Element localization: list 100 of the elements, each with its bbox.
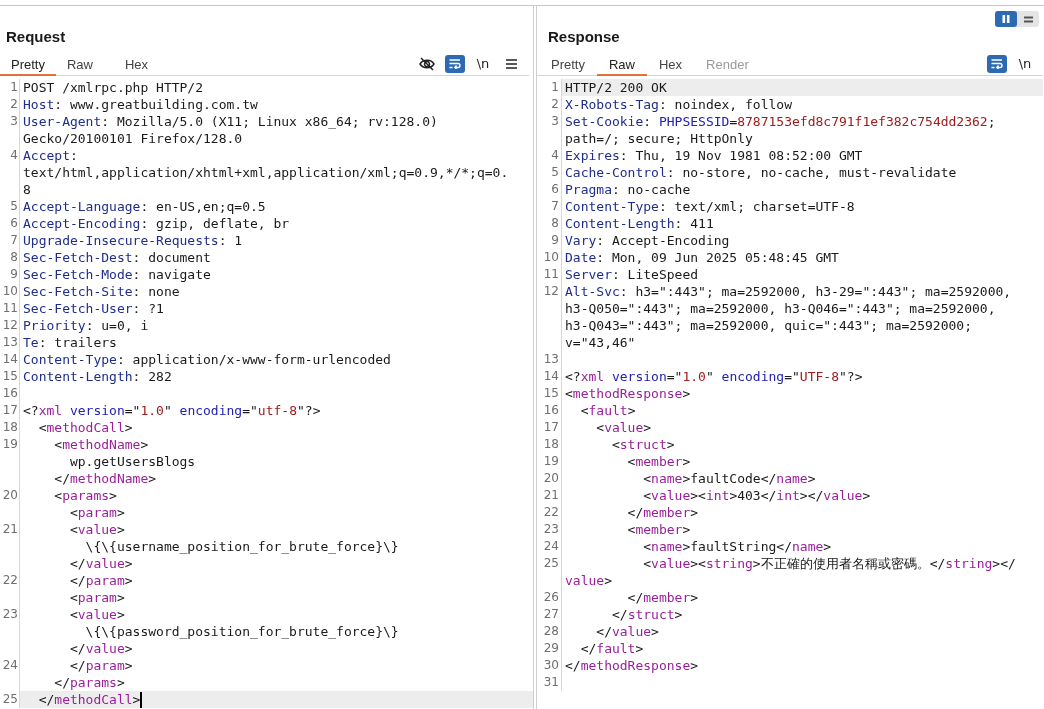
code-line: Content-Type: text/xml; charset=UTF-8	[565, 198, 855, 215]
line-number: 12	[543, 284, 559, 298]
code-line: User-Agent: Mozilla/5.0 (X11; Linux x86_64; rv:128.0)	[23, 113, 438, 130]
view-tab[interactable]: Hex	[647, 52, 695, 76]
view-tab[interactable]: Raw	[55, 52, 114, 76]
line-number: 29	[543, 641, 559, 655]
code-line: Cache-Control: no-store, no-cache, must-revalidate	[565, 164, 957, 181]
code-line: Accept-Encoding: gzip, deflate, br	[23, 215, 290, 232]
line-number: 6	[551, 182, 559, 196]
code-line: Gecko/20100101 Firefox/128.0	[23, 130, 243, 147]
code-line: Date: Mon, 09 Jun 2025 05:48:45 GMT	[565, 249, 839, 266]
code-line: <param>	[68, 504, 125, 521]
code-line: Alt-Svc: h3=":443"; ma=2592000, h3-29=":443"; ma=2592000,	[565, 283, 1012, 300]
code-line: Accept:	[23, 147, 78, 164]
code-line: Content-Length: 411	[565, 215, 714, 232]
view-tab[interactable]: Pretty	[0, 52, 56, 76]
line-number: 17	[543, 420, 559, 434]
code-line: POST /xmlrpc.php HTTP/2	[23, 79, 203, 96]
panel-title: Request	[6, 28, 66, 46]
line-number: 5	[10, 199, 18, 213]
panel-title: Response	[548, 28, 620, 46]
line-number: 11	[2, 301, 18, 315]
line-number: 8	[10, 250, 18, 264]
code-line: </value>	[68, 555, 133, 572]
line-number: 23	[2, 607, 18, 621]
code-line: </params>	[53, 674, 125, 691]
layout-option[interactable]	[995, 11, 1017, 27]
line-number: 23	[543, 522, 559, 536]
code-line: <value><int>403</int></value>	[642, 487, 871, 504]
line-number: 3	[10, 114, 18, 128]
code-line: wp.getUsersBlogs	[68, 453, 196, 470]
line-number: 15	[543, 386, 559, 400]
code-line: <struct>	[610, 436, 675, 453]
line-number: 19	[543, 454, 559, 468]
line-number: 6	[10, 216, 18, 230]
code-line: <?xml version="1.0" encoding="UTF-8"?>	[565, 368, 863, 385]
code-line: <?xml version="1.0" encoding="utf-8"?>	[23, 402, 321, 419]
line-number: 7	[10, 233, 18, 247]
code-line: Expires: Thu, 19 Nov 1981 08:52:00 GMT	[565, 147, 863, 164]
line-number: 22	[2, 573, 18, 587]
code-line: </value>	[595, 623, 659, 640]
code-line: Te: trailers	[23, 334, 117, 351]
line-number: 18	[543, 437, 559, 451]
line-number: 14	[543, 369, 559, 383]
line-number: 2	[10, 97, 18, 111]
line-number: 9	[551, 233, 559, 247]
line-number: 21	[543, 488, 559, 502]
line-number: 31	[543, 675, 559, 689]
code-line: path=/; secure; HttpOnly	[565, 130, 753, 147]
line-number: 5	[551, 165, 559, 179]
code-line: value>	[565, 572, 612, 589]
layout-toggle[interactable]	[995, 11, 1039, 27]
code-line: </member>	[626, 504, 699, 521]
code-line: </fault>	[579, 640, 644, 657]
code-line: h3-Q043=":443"; ma=2592000, quic=":443"; ma=2592000;	[565, 317, 972, 334]
code-line: Sec-Fetch-Dest: document	[23, 249, 211, 266]
newline-toggle[interactable]: \n	[1015, 54, 1035, 73]
line-number: 8	[551, 216, 559, 230]
code-line: <methodResponse>	[565, 385, 691, 402]
hide-button[interactable]	[417, 54, 437, 73]
line-number: 7	[551, 199, 559, 213]
view-tab[interactable]: Pretty	[539, 52, 597, 76]
menu-icon	[505, 58, 517, 69]
line-number: 2	[551, 97, 559, 111]
newline-toggle[interactable]: \n	[473, 54, 493, 73]
line-number: 25	[543, 556, 559, 570]
line-number: 19	[2, 437, 18, 451]
line-number: 1	[10, 80, 18, 94]
code-line: \{\{username_position_for_brute_force}\}	[84, 538, 399, 555]
code-line: <value>	[595, 419, 652, 436]
code-line: Content-Type: application/x-www-form-urlencoded	[23, 351, 391, 368]
code-line: Sec-Fetch-User: ?1	[23, 300, 164, 317]
code-line: Sec-Fetch-Site: none	[23, 283, 180, 300]
line-number: 9	[10, 267, 18, 281]
line-number: 12	[2, 318, 18, 332]
hide-icon	[419, 56, 435, 71]
code-line: 8	[23, 181, 31, 198]
line-number: 17	[2, 403, 18, 417]
code-line: text/html,application/xhtml+xml,application/xml;q=0.9,*/*;q=0.	[23, 164, 509, 181]
wrap-icon	[991, 58, 1003, 69]
code-line: <name>faultString</name>	[642, 538, 832, 555]
line-number: 28	[543, 624, 559, 638]
wrap-button[interactable]	[987, 54, 1007, 73]
rows-icon	[1023, 15, 1033, 23]
code-line: \{\{password_position_for_brute_force}\}	[84, 623, 399, 640]
wrap-button[interactable]	[445, 54, 465, 73]
code-line: Content-Length: 282	[23, 368, 172, 385]
code-line: <param>	[68, 589, 125, 606]
view-tab[interactable]: Hex	[113, 52, 172, 76]
view-tab[interactable]: Raw	[596, 52, 647, 76]
line-number: 18	[2, 420, 18, 434]
line-number: 22	[543, 505, 559, 519]
code-line: <value><string>不正確的使用者名稱或密碼。</string></	[642, 555, 1016, 572]
line-number: 16	[543, 403, 559, 417]
code-line: <params>	[53, 487, 117, 504]
line-number: 10	[2, 284, 18, 298]
line-number: 4	[551, 148, 559, 162]
code-line: </param>	[68, 657, 133, 674]
code-line: v="43,46"	[565, 334, 636, 351]
code-line: Set-Cookie: PHPSESSID=8787153efd8c791f1ef382c754dd2362;	[565, 113, 996, 130]
